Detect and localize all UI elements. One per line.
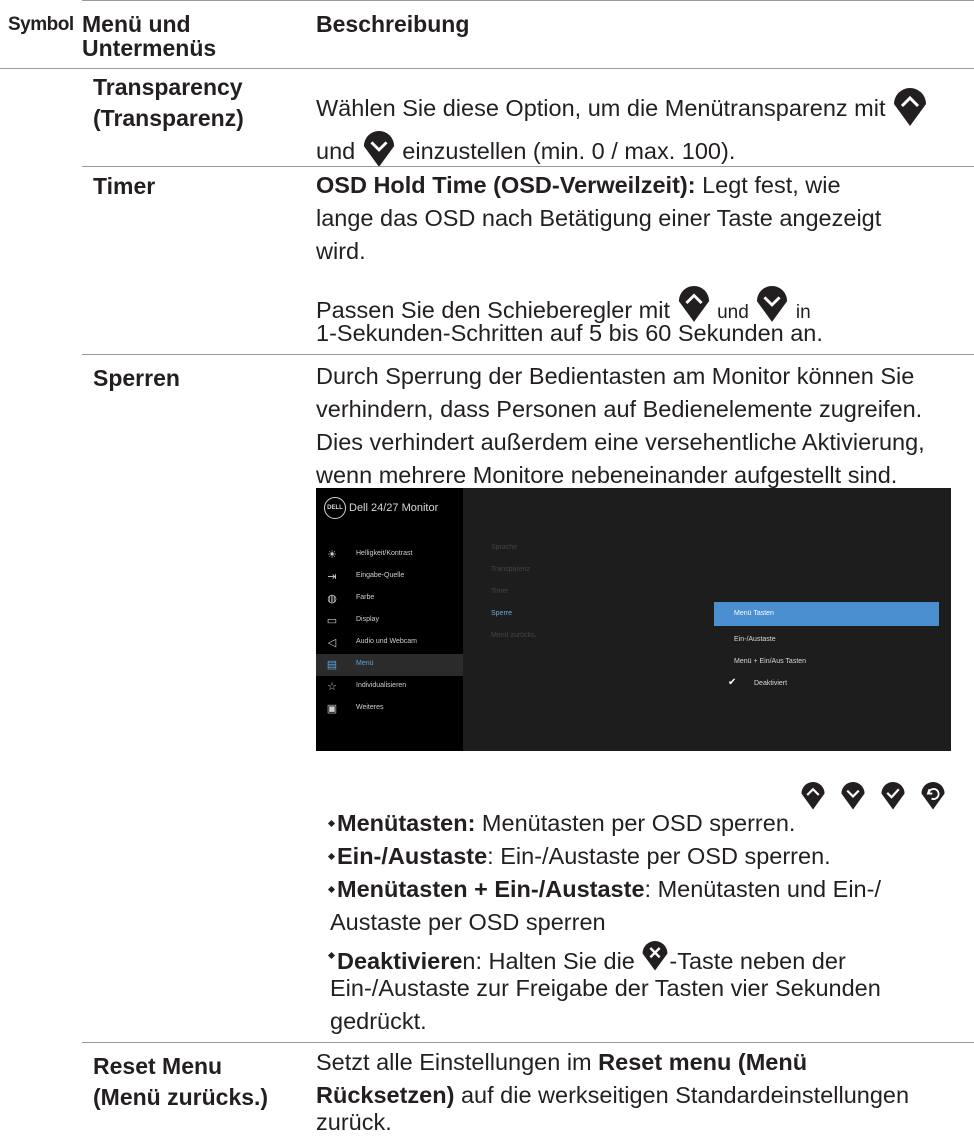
row-sperren-line1: Durch Sperrung der Bedientasten am Monit… [316, 363, 915, 389]
table-top-border [82, 0, 974, 1]
row-reset-name-line1: Reset Menu [93, 1053, 223, 1079]
osd-menu-item-menu: ▤ Menü [316, 654, 463, 676]
sun-icon: ☀ [327, 549, 337, 561]
osd-menu-item-brightness: ☀ Helligkeit/Kontrast [327, 549, 413, 561]
bullet3-bold: Menütasten + Ein-/Austaste [337, 876, 645, 902]
bullet4-rest1: n: Halten Sie die [462, 948, 635, 974]
down-button-icon [363, 131, 394, 167]
row-timer-name: Timer [93, 173, 156, 199]
monitor-icon: ▭ [326, 615, 338, 627]
row-timer-p2-line2: 1-Sekunden-Schritten auf 5 bis 60 Sekund… [316, 320, 823, 346]
timer-p1-bold: OSD Hold Time (OSD-Verweilzeit): [316, 172, 696, 198]
row-reset-line1: Setzt alle Einstellungen im Reset menu (… [316, 1046, 807, 1079]
bullet4-line3: gedrückt. [330, 1008, 427, 1034]
transparency-desc-text2: und [316, 138, 356, 164]
bullet3-rest: : Menütasten und Ein-/ [644, 876, 881, 902]
reset-line1-pre: Setzt alle Einstellungen im [316, 1049, 599, 1075]
menu-icon: ▤ [326, 659, 338, 671]
up-button-icon [801, 782, 825, 810]
header-menu-line2: Untermenüs [82, 35, 217, 61]
osd-menu-screenshot: DELL Dell 24/27 Monitor ☀ Helligkeit/Kon… [316, 488, 951, 751]
row-reset-line2: Rücksetzen) auf die werkseitigen Standar… [316, 1079, 909, 1112]
bullet-power-key: Ein-/Austaste: Ein-/Austaste per OSD spe… [327, 840, 831, 873]
row-transparency-desc-line1: Wählen Sie diese Option, um die Menütran… [316, 86, 928, 126]
osd-option-menu-power-keys: Menü + Ein/Aus Tasten [734, 658, 807, 665]
row-divider-2 [82, 354, 974, 355]
bullet2-bold: Ein-/Austaste [337, 843, 488, 869]
bullet1-rest: Menütasten per OSD sperren. [475, 810, 796, 836]
reset-line1-bold: Reset menu (Menü [598, 1049, 808, 1075]
row-reset-name-line2: (Menü zurücks.) [93, 1084, 269, 1110]
others-icon: ▣ [326, 703, 338, 715]
header-bottom-border [0, 68, 974, 69]
bullet2-rest: : Ein-/Austaste per OSD sperren. [487, 843, 831, 869]
header-description: Beschreibung [316, 11, 470, 37]
osd-submenu-lock: Sperre [491, 610, 513, 617]
osd-option-disabled: ✔ Deaktiviert [728, 677, 788, 688]
osd-option-menu-keys: Menü Tasten [714, 602, 939, 626]
row-divider-1 [82, 166, 974, 167]
row-transparency-desc-line2: und einzustellen (min. 0 / max. 100). [316, 129, 735, 168]
bullet4-rest2: -Taste neben der [669, 948, 846, 974]
timer-p1-rest: Legt fest, wie [695, 172, 841, 198]
osd-menu-item-input: ⇥ Eingabe-Quelle [327, 571, 405, 583]
row-transparency-name-line2: (Transparenz) [93, 105, 244, 131]
osd-menu-item-personalize: ☆ Individualisieren [327, 681, 407, 693]
row-sperren-name: Sperren [93, 365, 180, 391]
osd-menu-item-audio: ◁ Audio und Webcam [327, 637, 417, 649]
checkmark-icon: ✔ [728, 677, 737, 688]
osd-submenu-language: Sprache [491, 544, 518, 551]
close-button-icon [642, 941, 668, 971]
check-button-icon [881, 782, 905, 810]
palette-icon: ◍ [327, 593, 337, 605]
osd-submenu-transparency: Transparenz [491, 566, 531, 573]
bullet1-bold: Menütasten: [337, 810, 476, 836]
header-menu-line1: Menü und [82, 11, 191, 37]
osd-menu-item-display: ▭ Display [326, 615, 379, 627]
osd-title: Dell 24/27 Monitor [349, 502, 439, 514]
osd-menu-item-color: ◍ Farbe [327, 593, 375, 605]
dell-logo: DELL [324, 497, 346, 519]
osd-option-power-key: Ein-/Austaste [734, 636, 776, 643]
reset-line2-rest: auf die werkseitigen Standardeinstellung… [454, 1082, 910, 1108]
bullet3-line2: Austaste per OSD sperren [330, 909, 606, 935]
transparency-desc-text1: Wählen Sie diese Option, um die Menütran… [316, 95, 886, 121]
row-timer-p1-line1: OSD Hold Time (OSD-Verweilzeit): Legt fe… [316, 169, 841, 202]
back-button-icon [921, 782, 945, 810]
osd-submenu-reset: Menü zurücks. [491, 632, 537, 639]
row-timer-p1-line3: wird. [316, 238, 366, 264]
osd-submenu-timer: Timer [491, 588, 509, 595]
bullet4-line2: Ein-/Austaste zur Freigabe der Tasten vi… [330, 975, 881, 1001]
input-source-icon: ⇥ [327, 571, 337, 583]
up-button-icon [894, 88, 927, 126]
speaker-icon: ◁ [327, 637, 337, 649]
row-reset-line3: zurück. [316, 1109, 392, 1135]
osd-menu-item-others: ▣ Weiteres [326, 703, 384, 715]
bullet4-bold: Deaktiviere [337, 948, 463, 974]
transparency-desc-text3: einzustellen (min. 0 / max. 100). [402, 138, 736, 164]
row-sperren-line3: Dies verhindert außerdem eine versehentl… [316, 429, 925, 455]
row-transparency-name-line1: Transparency [93, 74, 243, 100]
bullet-menu-keys: Menütasten: Menütasten per OSD sperren. [327, 807, 796, 840]
row-sperren-line2: verhindern, dass Personen auf Bedienelem… [316, 396, 923, 422]
row-timer-p1-line2: lange das OSD nach Betätigung einer Tast… [316, 205, 882, 231]
down-button-icon [841, 782, 865, 810]
reset-line2-bold: Rücksetzen) [316, 1082, 455, 1108]
star-icon: ☆ [327, 681, 337, 693]
row-divider-3 [82, 1042, 974, 1043]
bullet-menu-power-keys: Menütasten + Ein-/Austaste: Menütasten u… [327, 873, 881, 906]
header-symbol: Symbol [8, 14, 74, 35]
